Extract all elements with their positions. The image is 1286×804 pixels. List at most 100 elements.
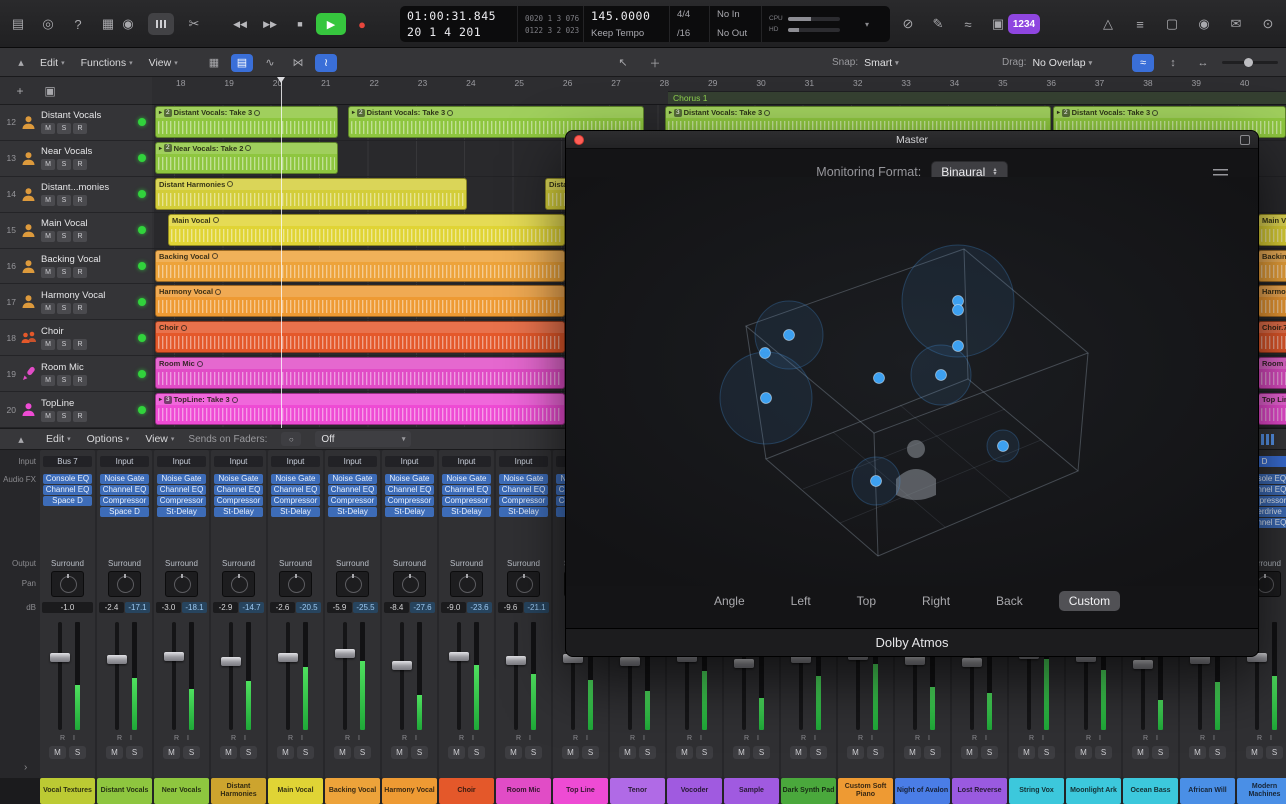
waveform-zoom-icon[interactable]: ≈ <box>1132 53 1154 72</box>
speaker-object[interactable] <box>870 475 882 487</box>
disclosure-triangle-icon[interactable]: ▸ <box>1057 109 1060 116</box>
audio-region[interactable]: Top Line <box>1258 393 1286 426</box>
bar-ruler[interactable]: 18 19 20 21 22 23 24 25 26 27 28 29 30 31 32 33 34 35 36 37… <box>152 77 1286 105</box>
mixer-sliders-icon[interactable] <box>148 13 174 35</box>
surround-panner[interactable] <box>279 571 312 597</box>
channel-name[interactable]: Tenor <box>610 778 665 804</box>
grid-icon[interactable]: ▦ <box>203 54 225 72</box>
db-value[interactable]: -14.7 <box>239 602 264 613</box>
add-track-button[interactable]: + <box>10 81 30 101</box>
audio-region[interactable]: Harmony Vocal <box>155 285 565 318</box>
view-button-angle[interactable]: Angle <box>704 591 755 611</box>
track-header[interactable]: 16 Backing Vocal M S R <box>0 249 152 285</box>
channel-name[interactable]: Night of Avalon <box>895 778 950 804</box>
grid-list-icon[interactable]: ▤ <box>231 53 253 72</box>
track-header[interactable]: 20 TopLine M S R <box>0 392 152 429</box>
input-monitor-button[interactable]: I <box>757 735 759 742</box>
db-value[interactable]: -5.9 <box>327 602 352 613</box>
fx-slot[interactable]: Compressor <box>271 496 320 506</box>
record-button[interactable]: R <box>858 735 863 742</box>
db-value[interactable]: -8.4 <box>384 602 409 613</box>
fx-slot[interactable]: St-Delay <box>328 507 377 517</box>
record-button[interactable]: R <box>1143 735 1148 742</box>
db-value[interactable]: -3.0 <box>156 602 181 613</box>
solo-button[interactable]: S <box>1209 746 1226 759</box>
fx-slot[interactable]: Compressor <box>442 496 491 506</box>
fader-handle[interactable] <box>221 657 241 667</box>
fx-slot[interactable]: Space D <box>43 496 92 506</box>
input-slot[interactable]: Input <box>214 456 263 467</box>
solo-button[interactable]: S <box>57 302 71 314</box>
channel-name[interactable]: Main Vocal <box>268 778 323 804</box>
plugin-titlebar[interactable]: Master <box>566 131 1258 149</box>
view-button-right[interactable]: Right <box>912 591 960 611</box>
solo-button[interactable]: S <box>867 746 884 759</box>
mute-button[interactable]: M <box>676 746 693 759</box>
db-value[interactable]: -2.4 <box>99 602 124 613</box>
scissors-icon[interactable]: ✂ <box>184 14 204 34</box>
track-header[interactable]: 18 Choir M S R <box>0 320 152 357</box>
vzoom-icon[interactable]: ↕ <box>1162 54 1184 72</box>
record-button[interactable]: R <box>459 735 464 742</box>
output-slot[interactable]: Surround <box>384 558 435 569</box>
close-window-button[interactable] <box>574 135 584 145</box>
disclosure-triangle-icon[interactable]: ▸ <box>352 109 355 116</box>
fx-slot[interactable]: Noise Gate <box>100 474 149 484</box>
fx-slot[interactable]: Console EQ <box>43 474 92 484</box>
snap-control[interactable]: Snap: Smart ▾ <box>832 48 899 77</box>
fx-slot[interactable]: Channel EQ <box>157 485 206 495</box>
audio-region[interactable]: Main Vocal <box>168 213 565 246</box>
menu-edit[interactable]: Edit ▾ <box>46 433 71 445</box>
mute-button[interactable]: M <box>41 123 55 135</box>
fx-slot[interactable]: St-Delay <box>157 507 206 517</box>
db-value[interactable]: -2.9 <box>213 602 238 613</box>
input-monitor-button[interactable]: I <box>529 735 531 742</box>
channel-name[interactable]: Near Vocals <box>154 778 209 804</box>
section-marker[interactable]: Chorus 1 <box>668 91 1286 104</box>
record-button[interactable]: R <box>915 735 920 742</box>
track-header[interactable]: 13 Near Vocals M S R <box>0 141 152 177</box>
input-monitor-button[interactable]: I <box>472 735 474 742</box>
devices-icon[interactable]: ▤ <box>8 14 28 34</box>
solo-button[interactable]: S <box>57 159 71 171</box>
patch-icon[interactable]: ≈ <box>958 14 978 34</box>
solo-button[interactable]: S <box>411 746 428 759</box>
speaker-object[interactable] <box>783 329 795 341</box>
db-value[interactable]: -27.6 <box>410 602 435 613</box>
record-enable-button[interactable]: R <box>73 123 87 135</box>
channel-name[interactable]: Moonlight Ark <box>1066 778 1121 804</box>
fx-slot[interactable]: Channel EQ <box>328 485 377 495</box>
speaker-object[interactable] <box>952 304 964 316</box>
view-button-custom[interactable]: Custom <box>1058 591 1121 611</box>
solo-button[interactable]: S <box>240 746 257 759</box>
fx-slot[interactable]: Channel EQ <box>442 485 491 495</box>
fader-handle[interactable] <box>1133 660 1153 670</box>
record-button[interactable]: R <box>630 735 635 742</box>
record-button[interactable]: R <box>1200 735 1205 742</box>
db-value[interactable]: -17.1 <box>125 602 150 613</box>
add-tool[interactable]: ＋ <box>644 54 666 72</box>
speaker-object[interactable] <box>760 392 772 404</box>
fx-slot[interactable]: Compressor <box>214 496 263 506</box>
surround-panner[interactable] <box>450 571 483 597</box>
fader-handle[interactable] <box>620 657 640 667</box>
stop-button[interactable]: ■ <box>286 13 314 35</box>
track-header[interactable]: 12 Distant Vocals M S R <box>0 105 152 141</box>
disclosure-triangle-icon[interactable]: ▸ <box>159 109 162 116</box>
db-value[interactable]: -20.5 <box>296 602 321 613</box>
record-button[interactable]: R <box>174 735 179 742</box>
input-monitor-button[interactable]: I <box>1042 735 1044 742</box>
track-header[interactable]: 15 Main Vocal M S R <box>0 213 152 249</box>
chat-icon[interactable]: ✉ <box>1226 14 1246 34</box>
menu-view[interactable]: View ▾ <box>149 57 178 69</box>
mute-button[interactable]: M <box>961 746 978 759</box>
duplicate-track-button[interactable]: ▣ <box>40 81 60 101</box>
solo-button[interactable]: S <box>468 746 485 759</box>
surround-panner[interactable] <box>336 571 369 597</box>
link-window-icon[interactable] <box>1240 135 1250 145</box>
solo-button[interactable]: S <box>696 746 713 759</box>
record-button[interactable]: R <box>231 735 236 742</box>
room-3d-view[interactable] <box>566 177 1259 586</box>
input-monitor-button[interactable]: I <box>1099 735 1101 742</box>
solo-button[interactable]: S <box>126 746 143 759</box>
